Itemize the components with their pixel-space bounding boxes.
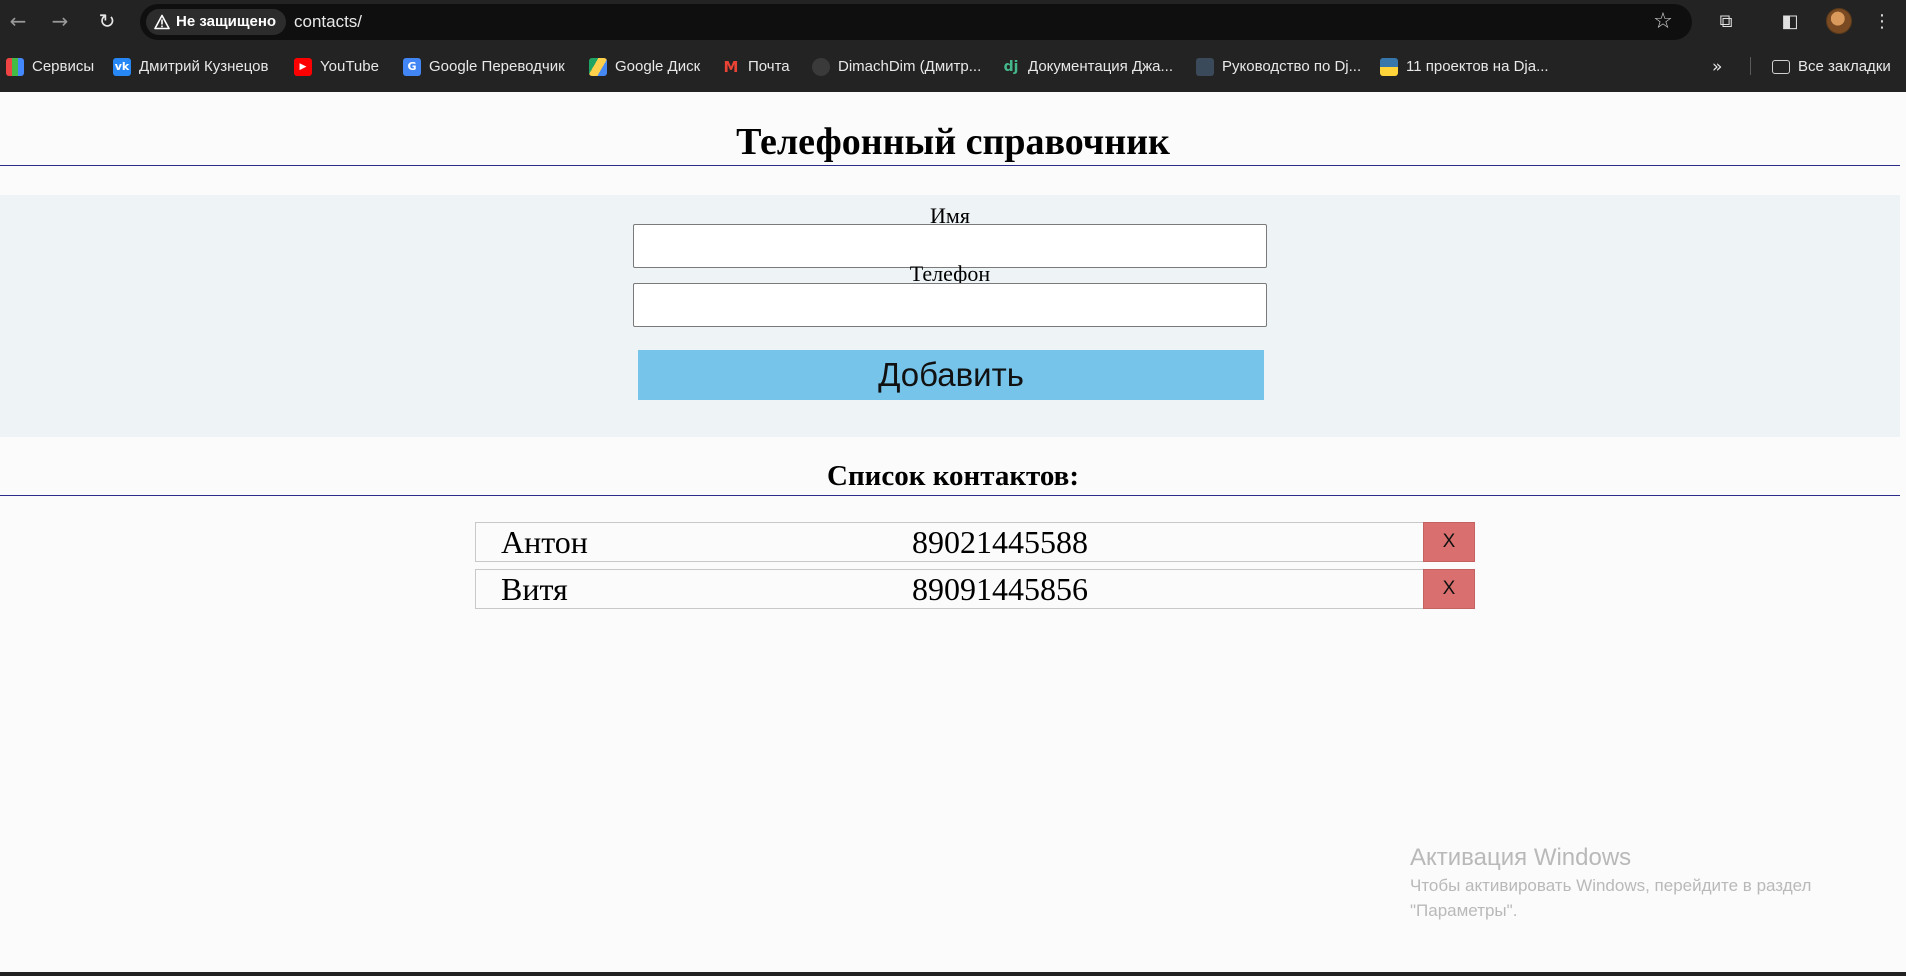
youtube-icon: ▶: [294, 58, 312, 76]
phone-input[interactable]: [633, 283, 1267, 327]
python-icon: [1380, 58, 1398, 76]
delete-contact-button[interactable]: X: [1423, 522, 1475, 562]
list-item: Антон 89021445588 X: [475, 522, 1475, 562]
list-divider: [0, 495, 1900, 496]
bookmark-services[interactable]: Сервисы: [6, 56, 94, 78]
gmail-icon: M: [722, 58, 740, 76]
all-bookmarks-label: Все закладки: [1798, 58, 1891, 75]
github-icon: [812, 58, 830, 76]
star-icon[interactable]: ☆: [1652, 11, 1674, 33]
taskbar-edge: [0, 972, 1906, 976]
kebab-menu-icon[interactable]: ⋮: [1870, 10, 1894, 34]
back-arrow-icon[interactable]: ←: [6, 9, 30, 33]
extensions-icon[interactable]: ⧉: [1714, 10, 1738, 34]
bookmark-youtube[interactable]: ▶ YouTube: [294, 56, 379, 78]
bookmark-django-guide[interactable]: Руководство по Dj...: [1196, 56, 1361, 78]
google-drive-icon: [589, 58, 607, 76]
contact-phone: 89091445856: [912, 571, 1088, 607]
delete-contact-button[interactable]: X: [1423, 569, 1475, 609]
forward-arrow-icon[interactable]: →: [48, 9, 72, 33]
sidebar-icon[interactable]: ◧: [1778, 10, 1802, 34]
url-text[interactable]: contacts/: [294, 4, 362, 40]
all-bookmarks[interactable]: Все закладки: [1772, 56, 1891, 78]
apps-grid-icon: [6, 58, 24, 76]
browser-toolbar: ← → ↻ Не защищено contacts/ ☆ ⧉ ◧ ⋮: [0, 0, 1906, 43]
bookmark-label: Google Переводчик: [429, 58, 565, 75]
reload-icon[interactable]: ↻: [95, 9, 119, 33]
bookmark-gmail[interactable]: M Почта: [722, 56, 790, 78]
windows-activation-watermark: Активация Windows Чтобы активировать Win…: [1410, 843, 1870, 923]
bookmark-github[interactable]: DimachDim (Дмитр...: [812, 56, 981, 78]
bookmarks-bar: Сервисы vk Дмитрий Кузнецов ▶ YouTube G …: [0, 48, 1906, 86]
bookmark-label: Дмитрий Кузнецов: [139, 58, 269, 75]
bookmark-vk[interactable]: vk Дмитрий Кузнецов: [113, 56, 268, 78]
google-translate-icon: G: [403, 58, 421, 76]
watermark-line-1: Чтобы активировать Windows, перейдите в …: [1410, 876, 1812, 895]
bookmark-label: Руководство по Dj...: [1222, 58, 1362, 75]
bookmarks-divider: [1750, 57, 1751, 75]
contacts-list-title: Список контактов:: [827, 460, 1079, 492]
warning-icon: [154, 14, 170, 30]
folder-icon: [1772, 60, 1790, 74]
page-icon: [1196, 58, 1214, 76]
add-contact-form: Имя Телефон: [0, 195, 1900, 437]
avatar[interactable]: [1826, 8, 1852, 34]
contact-name: Антон: [501, 524, 588, 560]
bookmark-google-drive[interactable]: Google Диск: [589, 56, 700, 78]
bookmark-label: Почта: [748, 58, 790, 75]
security-chip[interactable]: Не защищено: [146, 9, 287, 35]
contact-name: Витя: [501, 571, 568, 607]
bookmark-label: 11 проектов на Dja...: [1406, 58, 1549, 75]
list-item: Витя 89091445856 X: [475, 569, 1475, 609]
bookmark-django-projects[interactable]: 11 проектов на Dja...: [1380, 56, 1549, 78]
page-title: Телефонный справочник: [736, 121, 1170, 163]
contact-phone: 89021445588: [912, 524, 1088, 560]
watermark-title: Активация Windows: [1410, 844, 1632, 871]
security-label: Не защищено: [176, 13, 277, 30]
bookmark-django-docs[interactable]: dj Документация Джа...: [1002, 56, 1173, 78]
bookmark-label: DimachDim (Дмитр...: [838, 58, 982, 75]
bookmark-label: YouTube: [320, 58, 379, 75]
chevron-double-right-icon[interactable]: »: [1712, 56, 1722, 78]
page-content: Телефонный справочник Имя Телефон Добави…: [0, 92, 1906, 972]
vk-icon: vk: [113, 58, 131, 76]
title-divider: [0, 165, 1900, 166]
django-icon: dj: [1002, 58, 1020, 76]
watermark-line-2: "Параметры".: [1410, 901, 1518, 920]
address-bar[interactable]: Не защищено contacts/ ☆: [140, 4, 1692, 40]
add-contact-button[interactable]: Добавить: [638, 350, 1264, 400]
bookmark-label: Сервисы: [32, 58, 95, 75]
bookmark-label: Google Диск: [615, 58, 701, 75]
bookmark-label: Документация Джа...: [1028, 58, 1174, 75]
bookmark-google-translate[interactable]: G Google Переводчик: [403, 56, 565, 78]
